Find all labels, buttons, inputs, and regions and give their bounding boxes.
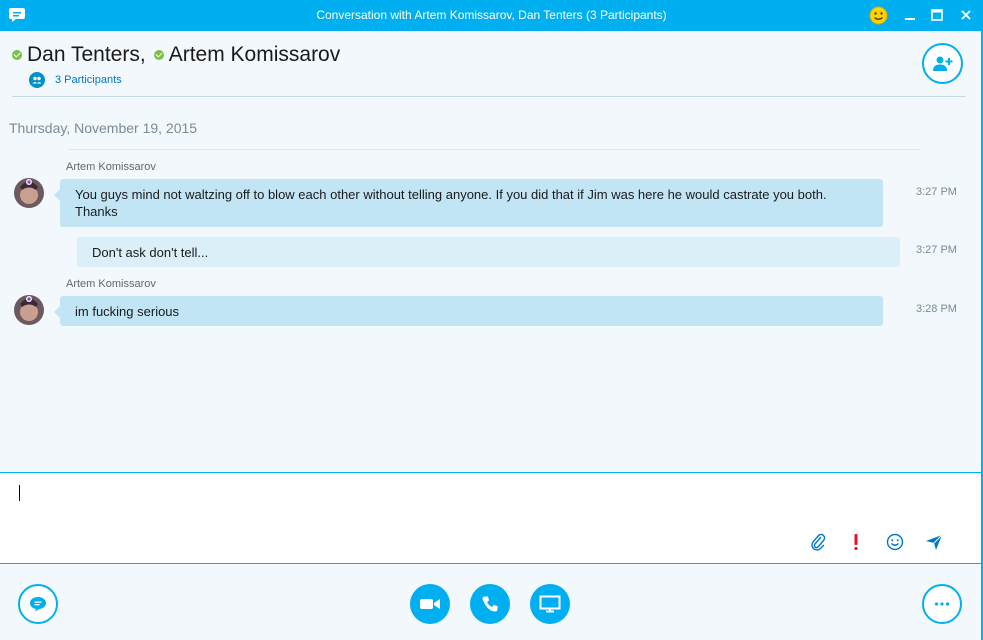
maximize-button[interactable] <box>926 4 948 26</box>
chat-icon <box>30 597 46 612</box>
compose-area <box>0 472 981 563</box>
urgent-icon[interactable] <box>847 533 865 551</box>
screen-share-button[interactable] <box>530 584 570 624</box>
message-text: You guys mind not waltzing off to blow e… <box>75 187 827 219</box>
text-caret <box>19 485 20 501</box>
emoticon-icon[interactable] <box>886 533 904 551</box>
add-person-icon <box>933 56 953 71</box>
participants-icon <box>29 72 45 88</box>
message-time: 3:27 PM <box>916 244 957 256</box>
send-icon[interactable] <box>925 533 943 551</box>
minimize-button[interactable] <box>899 4 921 26</box>
video-camera-icon <box>420 599 440 609</box>
message-time: 3:27 PM <box>916 186 957 198</box>
participant-name[interactable]: Artem Komissarov <box>169 43 341 67</box>
window-title: Conversation with Artem Komissarov, Dan … <box>316 8 667 22</box>
online-status-icon <box>153 50 164 60</box>
participant-names: Dan Tenters , Artem Komissarov <box>12 43 340 67</box>
conversation-header: Dan Tenters , Artem Komissarov 3 Partici… <box>0 31 981 97</box>
message-sender: Artem Komissarov <box>66 278 156 290</box>
avatar[interactable] <box>14 178 44 208</box>
message-bubble[interactable]: Don't ask don't tell... <box>77 237 900 267</box>
name-separator: , <box>139 43 146 66</box>
message-text: Don't ask don't tell... <box>92 245 209 260</box>
more-options-button[interactable] <box>922 584 962 624</box>
phone-icon <box>482 596 498 612</box>
more-icon <box>934 602 950 606</box>
message-time: 3:28 PM <box>916 303 957 315</box>
message-sender: Artem Komissarov <box>66 161 156 173</box>
paperclip-icon[interactable] <box>809 533 827 551</box>
online-status-icon <box>12 50 22 60</box>
date-header: Thursday, November 19, 2015 <box>9 120 198 136</box>
screen-share-icon <box>539 595 561 613</box>
title-bar: Conversation with Artem Komissarov, Dan … <box>0 0 983 31</box>
call-button[interactable] <box>470 584 510 624</box>
message-text: im fucking serious <box>75 304 180 319</box>
avatar[interactable] <box>14 295 44 325</box>
bubble-tail <box>54 306 60 318</box>
participant-count: 3 Participants <box>55 74 122 86</box>
divider <box>68 149 920 150</box>
chat-button[interactable] <box>18 584 58 624</box>
participant-count-link[interactable]: 3 Participants <box>29 72 122 88</box>
conversation-history[interactable]: Thursday, November 19, 2015 Artem Komiss… <box>0 97 981 472</box>
close-button[interactable] <box>955 4 977 26</box>
participant-name[interactable]: Dan Tenters <box>27 43 140 67</box>
message-bubble[interactable]: im fucking serious <box>54 296 883 326</box>
bubble-tail <box>54 189 60 201</box>
add-people-button[interactable] <box>922 43 963 84</box>
call-controls-bar <box>0 564 981 640</box>
smiley-icon[interactable] <box>869 6 888 25</box>
video-call-button[interactable] <box>410 584 450 624</box>
message-input[interactable] <box>18 483 798 505</box>
message-bubble[interactable]: You guys mind not waltzing off to blow e… <box>54 179 883 227</box>
